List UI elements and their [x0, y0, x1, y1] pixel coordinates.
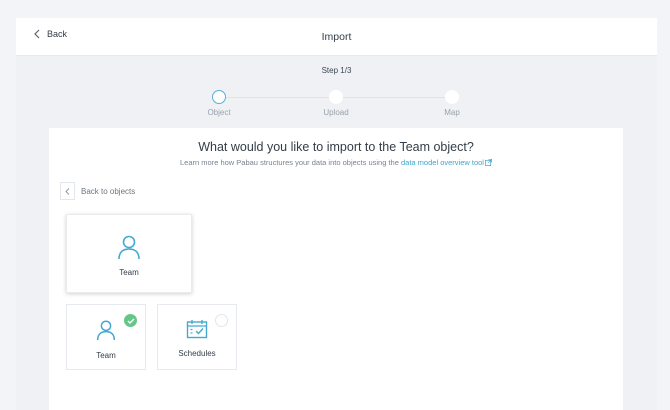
check-icon [124, 314, 137, 327]
calendar-check-icon [186, 320, 208, 339]
step-label: Upload [323, 108, 349, 117]
import-panel: Back Import Step 1/3 What would you like… [16, 18, 657, 410]
person-icon [96, 320, 116, 341]
import-subtext: Learn more how Pabau structures your dat… [49, 158, 623, 167]
page-title: Import [321, 31, 352, 43]
step-label: Object [207, 108, 231, 117]
step-indicator [445, 90, 459, 104]
chevron-left-icon [65, 187, 70, 195]
option-tile-team[interactable]: Team [66, 304, 146, 370]
top-bar: Back Import [16, 18, 657, 56]
option-name: Team [96, 351, 116, 360]
selected-object-tile[interactable]: Team [66, 214, 192, 293]
import-heading: What would you like to import to the Tea… [198, 140, 474, 154]
content-card: What would you like to import to the Tea… [49, 128, 623, 410]
option-tile-schedules[interactable]: Schedules [157, 304, 237, 370]
step-label: Map [444, 108, 460, 117]
step-indicator-active [212, 90, 226, 104]
data-model-link[interactable]: data model overview tool [401, 158, 484, 167]
step-upload[interactable]: Upload [296, 90, 376, 117]
chevron-left-box [60, 182, 75, 200]
step-map[interactable]: Map [412, 90, 492, 117]
back-to-objects-button[interactable]: Back to objects [60, 182, 135, 200]
selected-object-name: Team [119, 268, 139, 277]
step-counter: Step 1/3 [321, 66, 352, 75]
radio-unselected[interactable] [215, 314, 228, 327]
step-indicator [329, 90, 343, 104]
step-object[interactable]: Object [179, 90, 259, 117]
stepper: Object Upload Map [0, 90, 670, 130]
option-name: Schedules [178, 349, 216, 358]
subtext-body: Learn more how Pabau structures your dat… [180, 158, 399, 167]
back-to-objects-label: Back to objects [81, 186, 136, 196]
external-link-icon [485, 159, 492, 166]
person-icon [118, 235, 140, 260]
